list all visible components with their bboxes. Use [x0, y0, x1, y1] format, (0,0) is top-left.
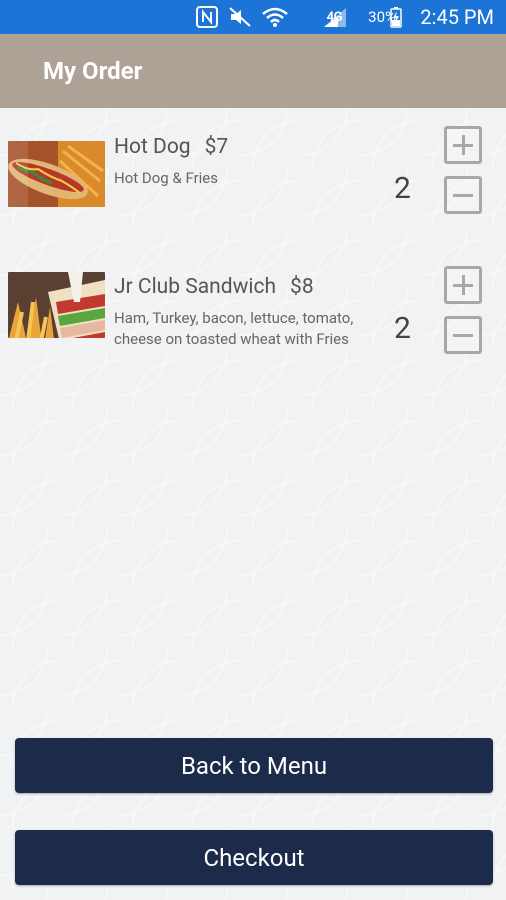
increase-quantity-button[interactable] [444, 266, 482, 304]
battery-charging-icon [390, 0, 402, 34]
item-name: Hot Dog [114, 135, 191, 159]
clock: 2:45 PM [420, 5, 494, 29]
item-price: $8 [290, 275, 314, 299]
minus-icon [453, 193, 473, 197]
item-description: Ham, Turkey, bacon, lettuce, tomato, che… [114, 309, 354, 348]
quantity-value: 2 [394, 311, 411, 346]
club-sandwich-image [8, 272, 105, 338]
quantity-value: 2 [394, 171, 411, 206]
checkout-button[interactable]: Checkout [15, 830, 493, 885]
item-description: Hot Dog & Fries [114, 169, 219, 187]
signal-icon [322, 0, 348, 34]
app-bar: My Order [0, 34, 506, 108]
nfc-icon [196, 0, 218, 34]
increase-quantity-button[interactable] [444, 126, 482, 164]
back-to-menu-button[interactable]: Back to Menu [15, 738, 493, 793]
status-bar: 4G 30% 2:45 PM [0, 0, 506, 34]
page-title: My Order [43, 57, 143, 85]
wifi-icon [262, 0, 288, 34]
hot-dog-image [8, 141, 105, 207]
item-price: $7 [204, 135, 229, 159]
item-title: Jr Club Sandwich $8 [114, 275, 314, 299]
decrease-quantity-button[interactable] [444, 176, 482, 214]
minus-icon [453, 333, 473, 337]
item-name: Jr Club Sandwich [114, 275, 277, 299]
decrease-quantity-button[interactable] [444, 316, 482, 354]
item-title: Hot Dog $7 [114, 135, 228, 159]
mute-icon [228, 0, 252, 34]
